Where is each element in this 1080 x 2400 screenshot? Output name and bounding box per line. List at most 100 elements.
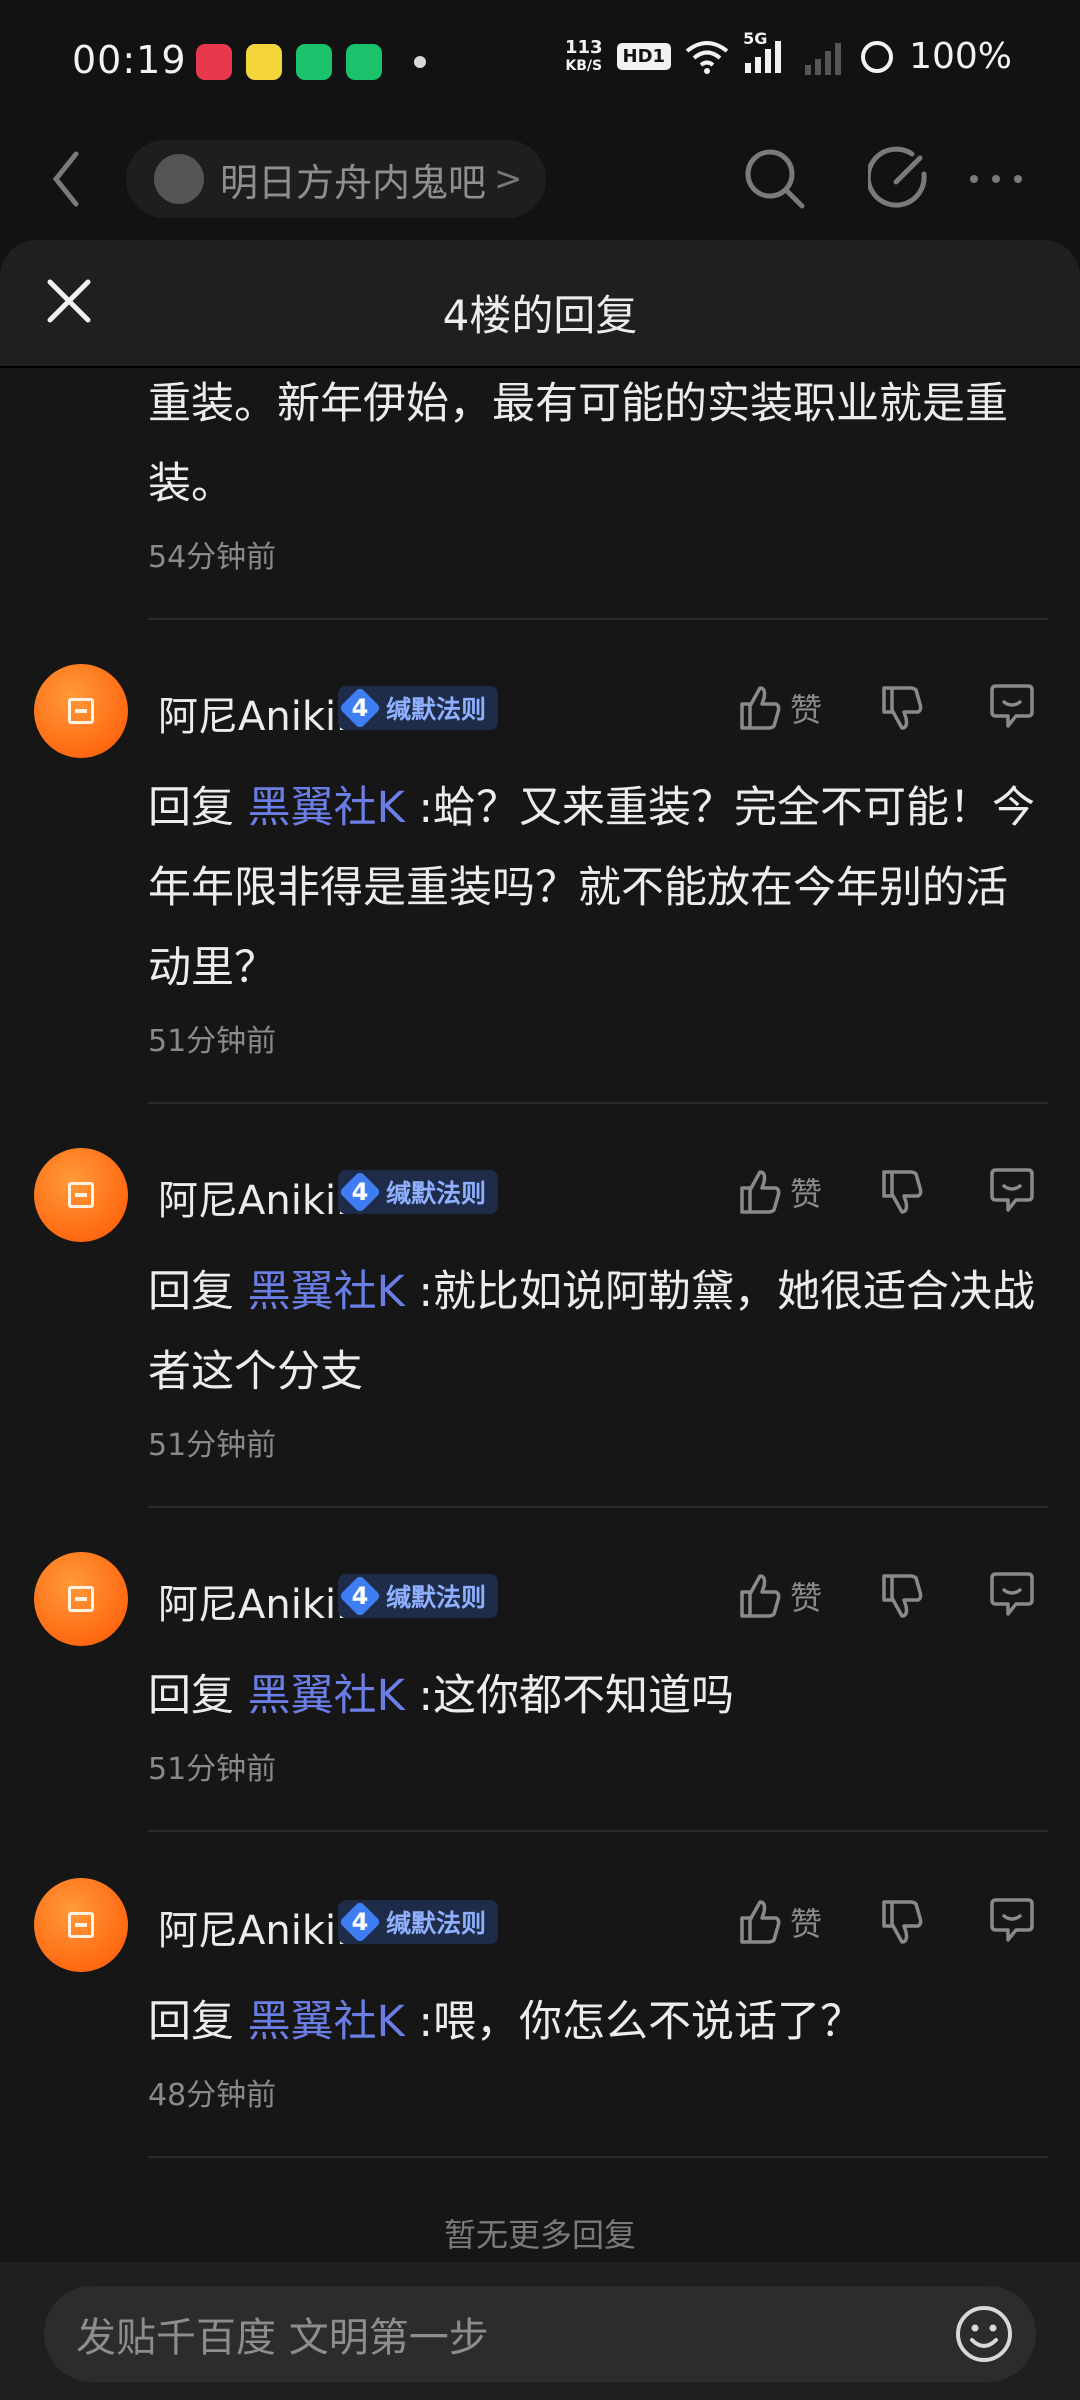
- status-bar: 00:19 113 KB/S HD1 5G 100%: [0, 0, 1080, 124]
- level-diamond-icon: 4: [338, 686, 382, 730]
- divider: [148, 1506, 1048, 1508]
- notification-icons: [196, 44, 426, 80]
- level-number: 4: [351, 1178, 369, 1206]
- divider: [148, 1830, 1048, 1832]
- reply-prefix: 回复: [148, 1997, 234, 2047]
- partial-reply-time: 54分钟前: [148, 540, 277, 575]
- avatar[interactable]: [34, 1878, 128, 1972]
- mention-link[interactable]: 黑翼社K: [248, 1267, 405, 1317]
- level-title: 缄默法则: [386, 1583, 487, 1612]
- username[interactable]: 阿尼Anikii: [158, 1168, 347, 1226]
- reply-content: :喂，你怎么不说话了？: [418, 1997, 864, 2047]
- like-label: 赞: [790, 1175, 823, 1213]
- reply-prefix: 回复: [148, 783, 234, 833]
- back-arrow-icon[interactable]: [42, 144, 92, 214]
- forum-name: 明日方舟内鬼吧: [220, 160, 487, 205]
- level-number: 4: [351, 1908, 369, 1936]
- level-diamond-icon: 4: [338, 1574, 382, 1618]
- like-button[interactable]: 赞: [738, 1168, 822, 1216]
- reply-time: 48分钟前: [148, 2078, 277, 2113]
- network-type: 5G: [743, 28, 768, 48]
- reply-input-placeholder: 发贴千百度 文明第一步: [76, 2315, 489, 2361]
- thumbs-down-icon[interactable]: [880, 1572, 924, 1620]
- search-icon[interactable]: [740, 144, 810, 214]
- avatar[interactable]: [34, 664, 128, 758]
- mention-link[interactable]: 黑翼社K: [248, 1671, 405, 1721]
- chevron-right-icon: >: [494, 159, 523, 199]
- hd-badge: HD1: [616, 43, 672, 70]
- divider: [148, 618, 1048, 620]
- sheet-header: 4楼的回复: [0, 240, 1080, 368]
- status-time: 00:19: [72, 38, 187, 82]
- reply-time: 51分钟前: [148, 1024, 277, 1059]
- reply-input[interactable]: 发贴千百度 文明第一步: [44, 2286, 1036, 2382]
- thumbs-up-icon: [740, 1574, 781, 1618]
- no-more-replies: 暂无更多回复: [443, 2216, 636, 2254]
- reply-prefix: 回复: [148, 1267, 234, 1317]
- app-notification-icon: [246, 44, 282, 80]
- reply-item: 阿尼Anikii 4 缄默法则 赞: [0, 1878, 1080, 1978]
- forum-link[interactable]: 明日方舟内鬼吧 >: [126, 140, 546, 218]
- level-diamond-icon: 4: [338, 1170, 382, 1214]
- reply-text: 回复 黑翼社K :这你都不知道吗: [148, 1656, 1048, 1736]
- level-badge[interactable]: 4 缄默法则: [338, 1170, 499, 1214]
- avatar[interactable]: [34, 1148, 128, 1242]
- avatar-logo-icon: [68, 698, 94, 724]
- reply-item: 阿尼Anikii 4 缄默法则 赞: [0, 1552, 1080, 1652]
- username[interactable]: 阿尼Anikii: [158, 1572, 347, 1630]
- reply-sheet: 4楼的回复 重装。新年伊始，最有可能的实装职业就是重装。 54分钟前 阿尼Ani…: [0, 240, 1080, 2400]
- reply-time: 51分钟前: [148, 1752, 277, 1787]
- more-icon[interactable]: [966, 144, 1026, 214]
- level-title: 缄默法则: [386, 695, 487, 724]
- divider: [148, 1102, 1048, 1104]
- like-label: 赞: [790, 691, 823, 729]
- level-diamond-icon: 4: [338, 1900, 382, 1944]
- level-badge[interactable]: 4 缄默法则: [338, 686, 499, 730]
- thumbs-down-icon[interactable]: [880, 1168, 924, 1216]
- network-speed-unit: KB/S: [565, 57, 603, 74]
- reply-item: 阿尼Anikii 4 缄默法则 赞: [0, 1148, 1080, 1248]
- comment-icon[interactable]: [988, 1570, 1036, 1620]
- level-title: 缄默法则: [386, 1179, 487, 1208]
- like-button[interactable]: 赞: [738, 684, 822, 732]
- sheet-title: 4楼的回复: [442, 291, 638, 340]
- signal-5g: 5G: [743, 29, 789, 77]
- like-label: 赞: [790, 1905, 823, 1943]
- reply-content: :这你都不知道吗: [418, 1671, 735, 1721]
- top-nav: 明日方舟内鬼吧 >: [0, 124, 1080, 238]
- level-badge[interactable]: 4 缄默法则: [338, 1574, 499, 1618]
- avatar[interactable]: [34, 1552, 128, 1646]
- thumbs-up-icon: [740, 1170, 781, 1214]
- comment-icon[interactable]: [988, 1166, 1036, 1216]
- like-button[interactable]: 赞: [738, 1572, 822, 1620]
- level-number: 4: [351, 1582, 369, 1610]
- thumbs-down-icon[interactable]: [880, 684, 924, 732]
- mention-link[interactable]: 黑翼社K: [248, 1997, 405, 2047]
- reply-prefix: 回复: [148, 1671, 234, 1721]
- bottom-input-bar: 发贴千百度 文明第一步: [0, 2262, 1080, 2400]
- battery-level: 100%: [909, 36, 1012, 77]
- comment-icon[interactable]: [988, 682, 1036, 732]
- comment-icon[interactable]: [988, 1896, 1036, 1946]
- signal-sim2-icon: [805, 42, 842, 75]
- reply-text: 回复 黑翼社K :蛤？又来重装？完全不可能！今年年限非得是重装吗？就不能放在今年…: [148, 768, 1048, 1008]
- level-badge[interactable]: 4 缄默法则: [338, 1900, 499, 1944]
- app-notification-icon: [196, 44, 232, 80]
- reply-text: 回复 黑翼社K :喂，你怎么不说话了？: [148, 1982, 1048, 2062]
- edit-post-icon[interactable]: [868, 144, 930, 214]
- like-button[interactable]: 赞: [738, 1898, 822, 1946]
- thumbs-up-icon: [740, 1900, 781, 1944]
- reply-item: 阿尼Anikii 4 缄默法则 赞: [0, 664, 1080, 764]
- username[interactable]: 阿尼Anikii: [158, 1898, 347, 1956]
- thumbs-up-icon: [740, 686, 781, 730]
- mention-link[interactable]: 黑翼社K: [248, 783, 405, 833]
- thumbs-down-icon[interactable]: [880, 1898, 924, 1946]
- avatar-logo-icon: [68, 1912, 94, 1938]
- username[interactable]: 阿尼Anikii: [158, 684, 347, 742]
- battery-saver-icon: [296, 44, 332, 80]
- network-speed-value: 113: [564, 36, 603, 58]
- avatar-logo-icon: [68, 1586, 94, 1612]
- wifi-icon: [685, 40, 729, 74]
- divider: [148, 2156, 1048, 2158]
- emoji-icon[interactable]: [954, 2304, 1014, 2364]
